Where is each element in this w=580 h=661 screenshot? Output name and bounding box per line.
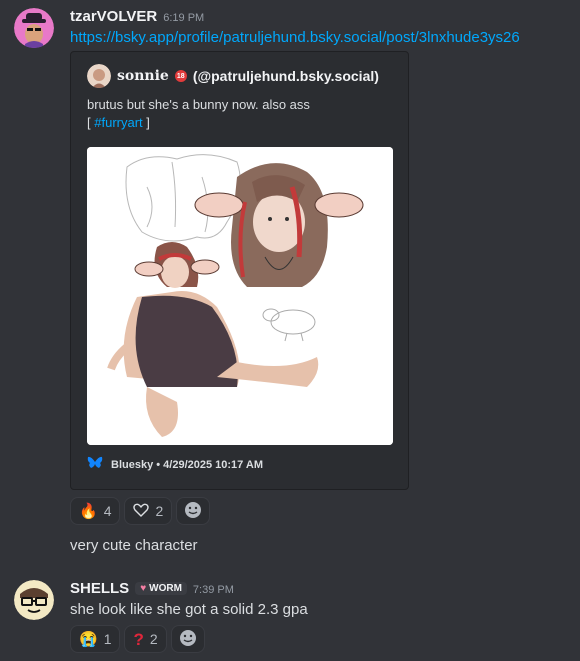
- reaction-count: 1: [103, 631, 112, 647]
- age-badge-icon: 18: [174, 70, 187, 82]
- message-text: she look like she got a solid 2.3 gpa: [70, 601, 308, 618]
- reaction-crying[interactable]: 😭 1: [70, 625, 121, 653]
- avatar-tzarvolver[interactable]: [14, 8, 54, 48]
- embed-description-line: brutus but she's a bunny now. also ass: [87, 97, 310, 112]
- post-link[interactable]: https://bsky.app/profile/patruljehund.bs…: [70, 29, 520, 46]
- message-header: tzarVOLVER 6:19 PM: [70, 8, 204, 25]
- age-badge-text: 18: [176, 72, 185, 80]
- embed-author-avatar: [87, 64, 111, 88]
- fire-icon: 🔥: [79, 502, 98, 520]
- add-reaction-button[interactable]: [170, 625, 205, 653]
- reactions-bar: 😭 1 ? 2: [70, 625, 205, 653]
- reaction-count: 4: [103, 503, 112, 519]
- message-header: SHELLS ♥ WORM 7:39 PM: [70, 580, 234, 597]
- embed-author[interactable]: sonnie 18 (@patruljehund.bsky.social): [87, 64, 379, 88]
- link-embed: sonnie 18 (@patruljehund.bsky.social) br…: [70, 51, 409, 490]
- username[interactable]: SHELLS: [70, 580, 129, 597]
- embed-image[interactable]: [87, 147, 393, 445]
- crying-face-icon: 😭: [79, 630, 98, 648]
- add-reaction-icon: [184, 501, 202, 522]
- reaction-count: 2: [149, 631, 158, 647]
- add-reaction-icon: [179, 629, 197, 650]
- bluesky-butterfly-icon: [87, 456, 103, 473]
- reactions-bar: 🔥 4 2: [70, 497, 211, 525]
- timestamp: 6:19 PM: [163, 12, 205, 24]
- heart-outline-icon: [133, 503, 150, 520]
- embed-description: brutus but she's a bunny now. also ass […: [87, 96, 392, 132]
- timestamp: 7:39 PM: [192, 584, 234, 596]
- embed-footer-text: Bluesky • 4/29/2025 10:17 AM: [111, 458, 264, 471]
- reaction-fire[interactable]: 🔥 4: [70, 497, 121, 525]
- role-badge-text: WORM: [149, 583, 182, 594]
- embed-author-handle: (@patruljehund.bsky.social): [192, 68, 379, 84]
- reaction-count: 2: [155, 503, 164, 519]
- message-text: very cute character: [70, 537, 198, 554]
- role-badge[interactable]: ♥ WORM: [135, 582, 187, 595]
- embed-footer: Bluesky • 4/29/2025 10:17 AM: [87, 456, 263, 473]
- hashtag-link[interactable]: #furryart: [94, 115, 142, 130]
- tag-open: [: [87, 115, 91, 130]
- heart-icon: ♥: [140, 583, 147, 594]
- red-question-icon: ?: [133, 629, 144, 649]
- add-reaction-button[interactable]: [176, 497, 211, 525]
- reaction-question[interactable]: ? 2: [124, 625, 167, 653]
- reaction-heart[interactable]: 2: [124, 497, 173, 525]
- embed-author-display: sonnie: [117, 68, 169, 84]
- username[interactable]: tzarVOLVER: [70, 8, 157, 25]
- tag-close: ]: [146, 115, 150, 130]
- avatar-shells[interactable]: [14, 580, 54, 620]
